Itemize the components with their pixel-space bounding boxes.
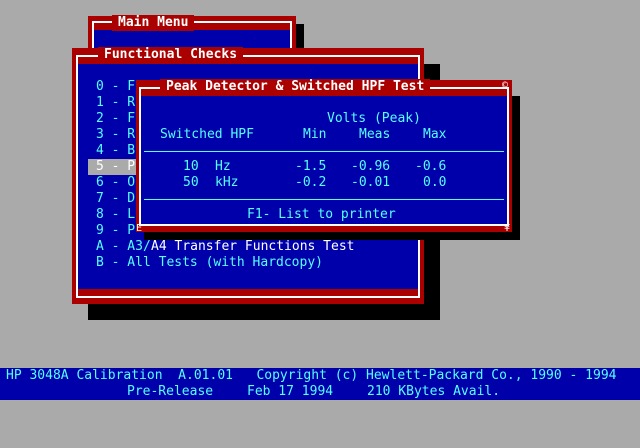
menu-item-7[interactable]: 7 - D <box>96 191 135 207</box>
menu-item-6[interactable]: 6 - O <box>96 175 135 191</box>
pre-release-label: Pre-Release <box>127 384 214 399</box>
menu-item-3[interactable]: 3 - R <box>96 127 135 143</box>
peak-detector-title: Peak Detector & Switched HPF Test <box>160 79 431 95</box>
menu-item-8[interactable]: 8 - L <box>96 207 135 223</box>
menu-item-a-label-rest[interactable]: A4 Transfer Functions Test <box>151 239 355 255</box>
list-to-printer-button[interactable]: F1- List to printer <box>247 207 396 223</box>
header-divider <box>144 151 504 152</box>
menu-item-1[interactable]: 1 - R <box>96 95 135 111</box>
menu-item-b[interactable]: B - All Tests (with Hardcopy) <box>96 255 323 271</box>
peak-detector-window: Peak Detector & Switched HPF Test © E ¥ … <box>136 79 512 234</box>
main-menu-window: Main Menu <box>88 15 296 51</box>
menu-item-0[interactable]: 0 - F <box>96 79 135 95</box>
window-corner-bl: E <box>136 223 143 234</box>
window-corner-tr: © <box>502 80 509 91</box>
menu-item-a[interactable]: A - A3/ <box>96 239 151 255</box>
header-max: Max <box>423 127 447 142</box>
status-bar-line1: HP 3048A Calibration A.01.01 Copyright (… <box>0 368 640 384</box>
header-min: Min <box>303 127 327 142</box>
header-meas: Meas <box>359 127 391 142</box>
status-bar-line2: Pre-Release Feb 17 1994 210 KBytes Avail… <box>0 384 640 400</box>
footer-divider <box>144 199 504 200</box>
volts-peak-label: Volts (Peak) <box>327 111 421 126</box>
build-date: Feb 17 1994 <box>247 384 334 399</box>
header-switched-hpf: Switched HPF <box>160 127 254 142</box>
functional-checks-title: Functional Checks <box>98 47 244 63</box>
main-menu-title: Main Menu <box>112 15 195 31</box>
menu-item-2[interactable]: 2 - F <box>96 111 135 127</box>
window-corner-br: ¥ <box>504 223 511 234</box>
memory-available: 210 KBytes Avail. <box>367 384 501 399</box>
menu-item-4[interactable]: 4 - B <box>96 143 135 159</box>
menu-item-9[interactable]: 9 - P <box>96 223 135 239</box>
